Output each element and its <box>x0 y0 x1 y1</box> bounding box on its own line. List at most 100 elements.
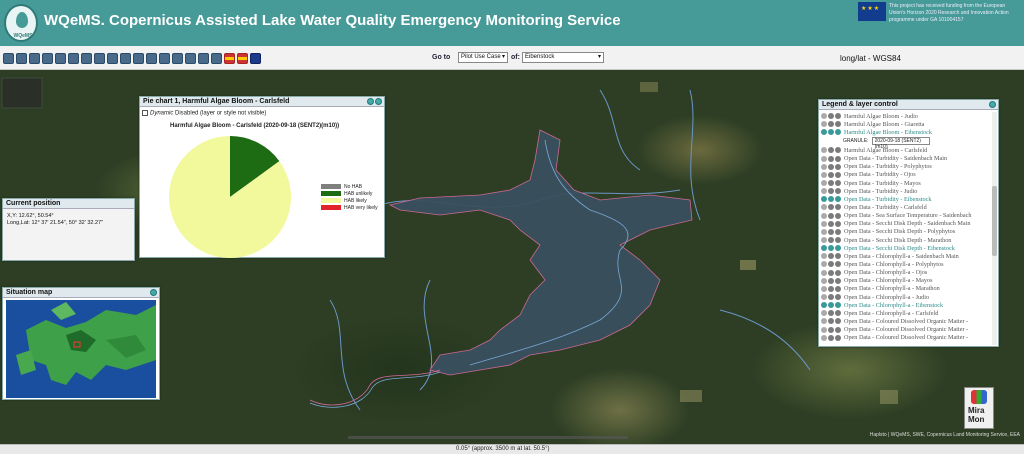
layer-item[interactable]: Open Data - Chlorophyll-a - Mayos <box>821 277 991 285</box>
layer-item[interactable]: Open Data - Chlorophyll-a - Marathon <box>821 285 991 293</box>
layer-item[interactable]: Open Data - Chlorophyll-a - Eibenstock <box>821 301 991 309</box>
layer-item[interactable]: Open Data - Secchi Disk Depth - Polyphyt… <box>821 228 991 236</box>
toggle-icon[interactable] <box>821 302 827 309</box>
export-tool-icon[interactable] <box>185 53 196 64</box>
info-icon[interactable] <box>835 228 841 235</box>
location-select[interactable]: Eibenstock <box>522 52 604 63</box>
info-icon[interactable] <box>835 245 841 252</box>
layer-item[interactable]: Open Data - Secchi Disk Depth - Eibensto… <box>821 244 991 252</box>
visibility-icon[interactable] <box>828 171 834 178</box>
info-icon[interactable] <box>835 237 841 244</box>
toggle-icon[interactable] <box>821 121 827 128</box>
visibility-icon[interactable] <box>828 245 834 252</box>
layer-scrollthumb[interactable] <box>992 186 997 256</box>
info-icon[interactable] <box>835 155 841 162</box>
close-icon[interactable] <box>989 101 996 108</box>
layer-scrollbar[interactable] <box>992 112 997 345</box>
info-icon[interactable] <box>835 334 841 341</box>
layer-item[interactable]: Open Data - Turbidity - Ojos <box>821 171 991 179</box>
info-icon[interactable] <box>835 204 841 211</box>
spanish-flag-icon[interactable] <box>237 53 248 64</box>
layer-item[interactable]: Open Data - Chlorophyll-a - Carlsfeld <box>821 309 991 317</box>
layer-item[interactable]: Open Data - Chlorophyll-a - Saidenbach M… <box>821 252 991 260</box>
visibility-icon[interactable] <box>828 228 834 235</box>
toggle-icon[interactable] <box>821 277 827 284</box>
layer-item[interactable]: Open Data - Turbidity - Mayos <box>821 179 991 187</box>
visibility-icon[interactable] <box>828 204 834 211</box>
layer-item[interactable]: Open Data - Turbidity - Judio <box>821 187 991 195</box>
toggle-icon[interactable] <box>821 285 827 292</box>
toggle-icon[interactable] <box>821 228 827 235</box>
goto-select[interactable]: Pilot Use Case <box>458 52 508 63</box>
toggle-icon[interactable] <box>821 204 827 211</box>
toggle-icon[interactable] <box>821 220 827 227</box>
info-icon[interactable] <box>835 212 841 219</box>
visibility-icon[interactable] <box>828 277 834 284</box>
info-icon[interactable] <box>835 326 841 333</box>
catalan-flag-icon[interactable] <box>224 53 235 64</box>
toggle-icon[interactable] <box>821 245 827 252</box>
layer-item[interactable]: Harmful Algae Bloom - Eibenstock <box>821 128 991 136</box>
layer-item[interactable]: Open Data - Coloured Dissolved Organic M… <box>821 326 991 334</box>
layer-item[interactable]: Open Data - Turbidity - Eibenstock <box>821 195 991 203</box>
info-icon[interactable] <box>835 294 841 301</box>
info-icon[interactable] <box>835 121 841 128</box>
layer-item[interactable]: Open Data - Turbidity - Carlsfeld <box>821 203 991 211</box>
visibility-icon[interactable] <box>828 113 834 120</box>
toggle-icon[interactable] <box>821 269 827 276</box>
info-icon[interactable] <box>835 220 841 227</box>
visibility-icon[interactable] <box>828 285 834 292</box>
chart-tool-icon[interactable] <box>68 53 79 64</box>
toggle-icon[interactable] <box>821 129 827 136</box>
layer-item[interactable]: Harmful Algae Bloom - Judio <box>821 112 991 120</box>
info-icon[interactable] <box>835 129 841 136</box>
visibility-icon[interactable] <box>828 237 834 244</box>
toggle-icon[interactable] <box>821 155 827 162</box>
visibility-icon[interactable] <box>828 318 834 325</box>
english-flag-icon[interactable] <box>250 53 261 64</box>
layer-item[interactable]: Harmful Algae Bloom - Carlsfeld <box>821 146 991 154</box>
visibility-icon[interactable] <box>828 129 834 136</box>
help-tool-icon[interactable] <box>172 53 183 64</box>
toggle-icon[interactable] <box>821 310 827 317</box>
info-icon[interactable] <box>835 277 841 284</box>
info-tool-icon[interactable] <box>29 53 40 64</box>
visibility-icon[interactable] <box>828 294 834 301</box>
granule-select[interactable]: 2020-09-18 (SENT2)(m10) <box>871 137 930 150</box>
toggle-icon[interactable] <box>821 212 827 219</box>
info-icon[interactable] <box>835 285 841 292</box>
layer-item[interactable]: Open Data - Turbidity - Saidenbach Main <box>821 155 991 163</box>
info-icon[interactable] <box>835 163 841 170</box>
situation-minimap[interactable] <box>6 300 156 398</box>
toggle-icon[interactable] <box>821 253 827 260</box>
map-attribution[interactable]: Haplsto | WQeMS, SWE, Copernicus Land Mo… <box>870 432 1020 438</box>
visibility-icon[interactable] <box>828 302 834 309</box>
info-icon[interactable] <box>835 147 841 154</box>
visibility-icon[interactable] <box>828 147 834 154</box>
visibility-icon[interactable] <box>828 163 834 170</box>
info-icon[interactable] <box>835 171 841 178</box>
layer-item[interactable]: Open Data - Secchi Disk Depth - Saidenba… <box>821 220 991 228</box>
toggle-icon[interactable] <box>821 180 827 187</box>
layer-item[interactable]: Open Data - Coloured Dissolved Organic M… <box>821 317 991 325</box>
toggle-icon[interactable] <box>821 196 827 203</box>
table-tool-icon[interactable] <box>81 53 92 64</box>
visibility-icon[interactable] <box>828 334 834 341</box>
info-icon[interactable] <box>835 310 841 317</box>
info-icon[interactable] <box>835 302 841 309</box>
visibility-icon[interactable] <box>828 253 834 260</box>
toggle-icon[interactable] <box>821 113 827 120</box>
toggle-icon[interactable] <box>821 294 827 301</box>
layers-tool-icon[interactable] <box>107 53 118 64</box>
toggle-icon[interactable] <box>821 261 827 268</box>
toggle-icon[interactable] <box>821 334 827 341</box>
visibility-icon[interactable] <box>828 196 834 203</box>
info-icon[interactable] <box>835 196 841 203</box>
visibility-icon[interactable] <box>828 261 834 268</box>
print-tool-icon[interactable] <box>55 53 66 64</box>
visibility-icon[interactable] <box>828 326 834 333</box>
refresh-tool-icon[interactable] <box>211 53 222 64</box>
info-icon[interactable] <box>835 261 841 268</box>
info-icon[interactable] <box>835 188 841 195</box>
info-icon[interactable] <box>835 113 841 120</box>
